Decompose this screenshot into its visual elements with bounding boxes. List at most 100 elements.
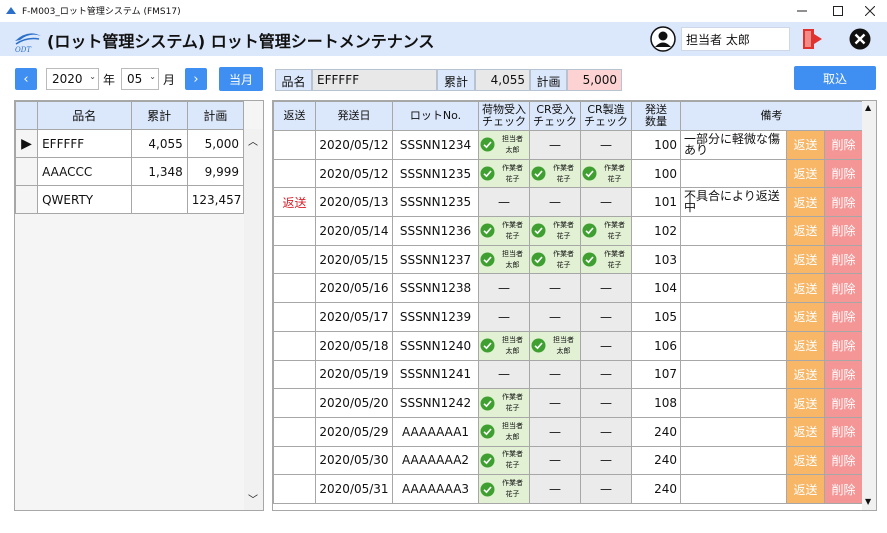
check-empty[interactable]: — bbox=[478, 273, 530, 304]
check-empty[interactable]: — bbox=[580, 474, 632, 504]
delete-button[interactable]: 削除 bbox=[823, 302, 864, 332]
delete-button[interactable]: 削除 bbox=[823, 474, 864, 504]
remarks-cell[interactable] bbox=[680, 273, 787, 304]
delete-button[interactable]: 削除 bbox=[823, 388, 864, 418]
lot-row[interactable]: 2020/05/31 AAAAAAA3 作業者 花子 — — 240 返送 削除 bbox=[273, 474, 864, 504]
remarks-cell[interactable] bbox=[680, 359, 787, 390]
check-empty[interactable]: — bbox=[478, 359, 530, 390]
check-empty[interactable]: — bbox=[580, 187, 632, 218]
return-button[interactable]: 返送 bbox=[786, 445, 825, 476]
return-button[interactable]: 返送 bbox=[786, 416, 825, 447]
check-done[interactable]: 作業者 花子 bbox=[580, 216, 632, 246]
remarks-cell[interactable] bbox=[680, 330, 787, 361]
delete-button[interactable]: 削除 bbox=[823, 416, 864, 447]
return-button[interactable]: 返送 bbox=[786, 187, 825, 218]
check-done[interactable]: 担当者 太郎 bbox=[529, 330, 581, 361]
check-empty[interactable]: — bbox=[529, 445, 581, 476]
lot-row[interactable]: 2020/05/14 SSSNN1236 作業者 花子 作業者 花子 作業者 花子 102 返送削… bbox=[273, 216, 864, 246]
minimize-button[interactable] bbox=[785, 0, 819, 22]
delete-button[interactable]: 削除 bbox=[823, 158, 864, 189]
check-done[interactable]: 担当者 太郎 bbox=[478, 416, 530, 447]
check-done[interactable]: 担当者 太郎 bbox=[478, 244, 530, 275]
lot-row[interactable]: 2020/05/12 SSSNN1234 担当者 太郎 — — 100 一部分に軽微な傷あり返… bbox=[273, 130, 864, 160]
check-empty[interactable]: — bbox=[529, 474, 581, 504]
delete-button[interactable]: 削除 bbox=[823, 244, 864, 275]
close-app-icon[interactable] bbox=[848, 27, 872, 51]
lot-list-scrollbar[interactable]: ▲ ▼ bbox=[862, 101, 876, 510]
prev-month-button[interactable]: ‹ bbox=[15, 68, 37, 90]
check-empty[interactable]: — bbox=[529, 359, 581, 390]
check-done[interactable]: 作業者 花子 bbox=[478, 216, 530, 246]
remarks-cell[interactable]: 不具合により返送中 bbox=[680, 187, 787, 218]
product-list-scrollbar[interactable]: ︿ ﹀ bbox=[244, 129, 263, 510]
close-window-button[interactable] bbox=[853, 0, 887, 22]
check-done[interactable]: 作業者 花子 bbox=[580, 244, 632, 275]
return-button[interactable]: 返送 bbox=[786, 474, 825, 504]
delete-button[interactable]: 削除 bbox=[823, 330, 864, 361]
current-month-button[interactable]: 当月 bbox=[219, 67, 263, 91]
check-empty[interactable]: — bbox=[580, 416, 632, 447]
return-button[interactable]: 返送 bbox=[786, 330, 825, 361]
delete-button[interactable]: 削除 bbox=[823, 130, 864, 160]
check-done[interactable]: 担当者 太郎 bbox=[478, 330, 530, 361]
lot-row[interactable]: 2020/05/18 SSSNN1240 担当者 太郎 担当者 太郎 —106 返送 削除 bbox=[273, 330, 864, 361]
remarks-cell[interactable]: 一部分に軽微な傷あり bbox=[680, 130, 787, 160]
scroll-up-icon[interactable]: ︿ bbox=[248, 133, 258, 148]
check-empty[interactable]: — bbox=[580, 445, 632, 476]
year-select[interactable]: 2020 ⌄ bbox=[46, 68, 99, 90]
scroll-up-icon[interactable]: ▲ bbox=[865, 103, 871, 112]
lot-row[interactable]: 2020/05/12 SSSNN1235 作業者 花子 作業者 花子 作業者 花子 100 返送削… bbox=[273, 158, 864, 189]
maximize-button[interactable] bbox=[821, 0, 855, 22]
lot-row[interactable]: 2020/05/16 SSSNN1238 — — — 104 返送 削除 bbox=[273, 273, 864, 304]
remarks-cell[interactable] bbox=[680, 216, 787, 246]
product-row[interactable]: QWERTY 123,457 bbox=[14, 185, 245, 214]
check-empty[interactable]: — bbox=[529, 273, 581, 304]
delete-button[interactable]: 削除 bbox=[823, 445, 864, 476]
check-empty[interactable]: — bbox=[580, 130, 632, 160]
check-empty[interactable]: — bbox=[529, 187, 581, 218]
scroll-down-icon[interactable]: ▼ bbox=[865, 497, 871, 506]
check-empty[interactable]: — bbox=[580, 302, 632, 332]
delete-button[interactable]: 削除 bbox=[823, 359, 864, 390]
check-empty[interactable]: — bbox=[478, 187, 530, 218]
remarks-cell[interactable] bbox=[680, 244, 787, 275]
check-done[interactable]: 担当者 太郎 bbox=[478, 130, 530, 160]
check-empty[interactable]: — bbox=[580, 330, 632, 361]
next-month-button[interactable]: › bbox=[185, 68, 207, 90]
logout-icon[interactable] bbox=[800, 26, 826, 52]
lot-row[interactable]: 2020/05/20 SSSNN1242 作業者 花子 — — 108 返送 削除 bbox=[273, 388, 864, 418]
check-done[interactable]: 作業者 花子 bbox=[478, 445, 530, 476]
check-empty[interactable]: — bbox=[529, 302, 581, 332]
remarks-cell[interactable] bbox=[680, 474, 787, 504]
check-empty[interactable]: — bbox=[529, 130, 581, 160]
check-empty[interactable]: — bbox=[529, 388, 581, 418]
check-empty[interactable]: — bbox=[580, 359, 632, 390]
check-done[interactable]: 作業者 花子 bbox=[478, 474, 530, 504]
check-empty[interactable]: — bbox=[580, 273, 632, 304]
remarks-cell[interactable] bbox=[680, 416, 787, 447]
check-done[interactable]: 作業者 花子 bbox=[478, 388, 530, 418]
return-button[interactable]: 返送 bbox=[786, 130, 825, 160]
check-done[interactable]: 作業者 花子 bbox=[478, 158, 530, 189]
month-select[interactable]: 05 ⌄ bbox=[121, 68, 159, 90]
lot-row[interactable]: 2020/05/30 AAAAAAA2 作業者 花子 — — 240 返送 削除 bbox=[273, 445, 864, 476]
return-button[interactable]: 返送 bbox=[786, 388, 825, 418]
delete-button[interactable]: 削除 bbox=[823, 187, 864, 218]
check-done[interactable]: 作業者 花子 bbox=[529, 216, 581, 246]
check-done[interactable]: 作業者 花子 bbox=[529, 244, 581, 275]
remarks-cell[interactable] bbox=[680, 388, 787, 418]
lot-row[interactable]: 2020/05/19 SSSNN1241 — — — 107 返送 削除 bbox=[273, 359, 864, 390]
check-done[interactable]: 作業者 花子 bbox=[529, 158, 581, 189]
return-button[interactable]: 返送 bbox=[786, 216, 825, 246]
return-button[interactable]: 返送 bbox=[786, 244, 825, 275]
scroll-down-icon[interactable]: ﹀ bbox=[248, 491, 258, 506]
import-button[interactable]: 取込 bbox=[794, 66, 876, 90]
return-button[interactable]: 返送 bbox=[786, 302, 825, 332]
remarks-cell[interactable] bbox=[680, 158, 787, 189]
return-button[interactable]: 返送 bbox=[786, 158, 825, 189]
lot-row[interactable]: 2020/05/29 AAAAAAA1 担当者 太郎 — — 240 返送 削除 bbox=[273, 416, 864, 447]
product-row[interactable]: ▶ EFFFFF 4,055 5,000 bbox=[14, 129, 245, 158]
lot-row[interactable]: 2020/05/17 SSSNN1239 — — — 105 返送 削除 bbox=[273, 302, 864, 332]
remarks-cell[interactable] bbox=[680, 445, 787, 476]
return-button[interactable]: 返送 bbox=[786, 359, 825, 390]
